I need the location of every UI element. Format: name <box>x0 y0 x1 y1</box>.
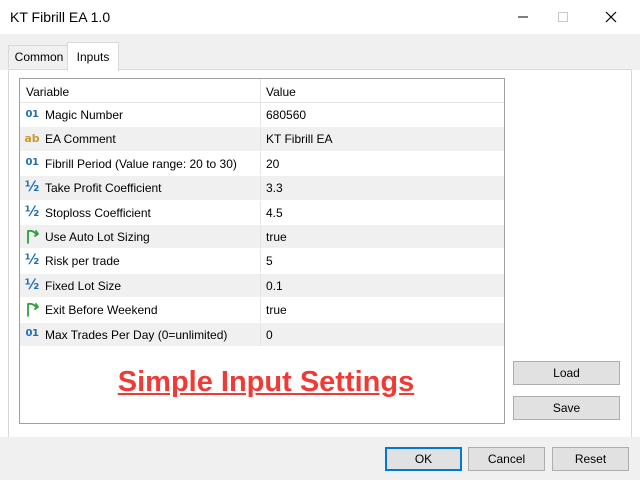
table-row[interactable]: Use Auto Lot Sizing true <box>20 224 504 250</box>
column-divider[interactable] <box>260 79 261 102</box>
column-divider <box>260 151 261 176</box>
table-row[interactable]: ½ Take Profit Coefficient 3.3 <box>20 176 504 201</box>
double-icon-glyph: ½ <box>24 252 40 269</box>
row-value[interactable]: 680560 <box>266 108 306 122</box>
column-header-value[interactable]: Value <box>266 85 296 99</box>
column-divider <box>260 200 261 224</box>
grid-header: Variable Value <box>20 79 504 103</box>
table-row[interactable]: 01 Fibrill Period (Value range: 20 to 30)… <box>20 151 504 177</box>
row-value[interactable]: 0 <box>266 328 273 342</box>
integer-icon: 01 <box>24 155 40 171</box>
row-variable: Fibrill Period (Value range: 20 to 30) <box>45 156 237 171</box>
tab-inputs[interactable]: Inputs <box>67 42 119 71</box>
double-icon-glyph: ½ <box>24 203 40 220</box>
column-divider <box>260 176 261 200</box>
row-variable: Stoploss Coefficient <box>45 205 151 220</box>
table-row[interactable]: Exit Before Weekend true <box>20 298 504 323</box>
row-variable: EA Comment <box>45 132 116 147</box>
integer-icon-glyph: 01 <box>25 328 39 340</box>
integer-icon: 01 <box>24 326 40 342</box>
reset-button[interactable]: Reset <box>552 447 629 471</box>
column-divider <box>260 298 261 322</box>
title-bar: KT Fibrill EA 1.0 <box>0 0 640 34</box>
table-row[interactable]: ½ Stoploss Coefficient 4.5 <box>20 200 504 225</box>
row-variable: Take Profit Coefficient <box>45 181 162 196</box>
row-variable: Exit Before Weekend <box>45 303 158 318</box>
integer-icon: 01 <box>24 106 40 122</box>
ok-button[interactable]: OK <box>385 447 462 471</box>
reset-button-label: Reset <box>574 452 607 466</box>
cancel-button[interactable]: Cancel <box>468 447 545 471</box>
row-value[interactable]: 4.5 <box>266 206 283 220</box>
table-row[interactable]: ½ Risk per trade 5 <box>20 249 504 274</box>
row-value[interactable]: KT Fibrill EA <box>266 132 332 146</box>
close-button[interactable] <box>588 0 634 34</box>
row-variable: Use Auto Lot Sizing <box>45 229 150 244</box>
bool-icon <box>24 301 40 318</box>
column-divider <box>260 273 261 298</box>
string-icon-glyph: ab <box>24 131 40 145</box>
load-button-label: Load <box>553 366 580 380</box>
row-value[interactable]: 5 <box>266 254 273 268</box>
row-value[interactable]: 3.3 <box>266 181 283 195</box>
row-variable: Fixed Lot Size <box>45 278 122 293</box>
double-icon: ½ <box>24 277 40 293</box>
load-button[interactable]: Load <box>513 361 620 385</box>
double-icon: ½ <box>24 252 40 268</box>
maximize-button[interactable] <box>540 0 586 34</box>
save-button[interactable]: Save <box>513 396 620 420</box>
cancel-button-label: Cancel <box>487 452 526 466</box>
ok-button-label: OK <box>414 452 433 466</box>
double-icon: ½ <box>24 204 40 220</box>
row-value[interactable]: true <box>266 303 287 317</box>
overlay-caption: Simple Input Settings <box>117 366 415 398</box>
string-icon: ab <box>24 130 40 146</box>
tab-common[interactable]: Common <box>8 45 70 68</box>
column-divider <box>260 249 261 273</box>
double-icon: ½ <box>24 179 40 195</box>
row-variable: Risk per trade <box>45 254 120 269</box>
bool-icon <box>24 228 40 244</box>
integer-icon-glyph: 01 <box>25 157 39 169</box>
column-divider <box>260 322 261 346</box>
double-icon-glyph: ½ <box>24 179 40 196</box>
double-icon-glyph: ½ <box>24 276 40 293</box>
tab-inputs-label: Inputs <box>76 50 110 64</box>
row-value[interactable]: 20 <box>266 157 279 171</box>
window-title: KT Fibrill EA 1.0 <box>10 9 111 25</box>
grid-rows: 01 Magic Number 680560 ab EA Comment KT Fibri… <box>20 103 504 347</box>
tab-strip: Common Inputs <box>0 34 640 71</box>
tab-common-label: Common <box>14 50 64 64</box>
table-row[interactable]: ab EA Comment KT Fibrill EA <box>20 127 504 152</box>
minimize-icon <box>518 16 528 18</box>
close-icon <box>605 11 617 23</box>
column-divider <box>260 224 261 249</box>
maximize-icon <box>558 12 568 22</box>
table-row[interactable]: 01 Max Trades Per Day (0=unlimited) 0 <box>20 322 504 347</box>
column-header-variable[interactable]: Variable <box>26 85 69 99</box>
save-button-label: Save <box>552 401 581 415</box>
integer-icon-glyph: 01 <box>25 108 39 120</box>
row-variable: Max Trades Per Day (0=unlimited) <box>45 327 228 342</box>
table-row[interactable]: 01 Magic Number 680560 <box>20 103 504 128</box>
table-row[interactable]: ½ Fixed Lot Size 0.1 <box>20 273 504 299</box>
column-divider <box>260 103 261 127</box>
row-value[interactable]: true <box>266 230 287 244</box>
column-divider <box>260 127 261 151</box>
row-value[interactable]: 0.1 <box>266 279 283 293</box>
row-variable: Magic Number <box>45 108 124 122</box>
